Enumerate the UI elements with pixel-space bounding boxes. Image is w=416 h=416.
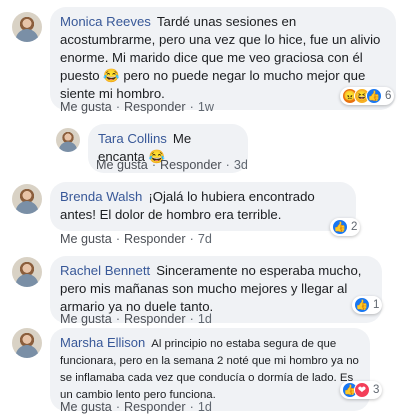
comment-actions: Me gusta · Responder · 1d — [60, 400, 212, 414]
avatar[interactable] — [12, 257, 42, 287]
reply-button[interactable]: Responder — [124, 400, 186, 414]
comment-bubble: Marsha Ellison Al principio no estaba seg… — [50, 328, 370, 411]
comment-time[interactable]: 1w — [198, 100, 214, 114]
comment-bubble: Brenda Walsh ¡Ojalá lo hubiera encontrado… — [50, 182, 356, 231]
comment-author[interactable]: Brenda Walsh — [60, 189, 142, 204]
reaction-count: 2 — [351, 221, 358, 233]
comment-actions: Me gusta · Responder · 1d — [60, 312, 212, 326]
comment-actions: Me gusta · Responder · 7d — [60, 232, 212, 246]
like-button[interactable]: Me gusta — [96, 158, 148, 172]
avatar[interactable] — [12, 12, 42, 42]
comment-author[interactable]: Tara Collins — [98, 131, 167, 146]
like-button[interactable]: Me gusta — [60, 312, 112, 326]
avatar[interactable] — [12, 328, 42, 358]
reply-button[interactable]: Responder — [124, 100, 186, 114]
like-icon: 👍 — [366, 88, 382, 104]
love-icon: ❤ — [354, 382, 370, 398]
reaction-count: 6 — [385, 90, 392, 102]
like-button[interactable]: Me gusta — [60, 232, 112, 246]
reaction-summary[interactable]: 👍 1 — [352, 296, 383, 314]
reaction-count: 1 — [373, 299, 380, 311]
like-button[interactable]: Me gusta — [60, 400, 112, 414]
comment-time[interactable]: 7d — [198, 232, 212, 246]
reply-button[interactable]: Responder — [124, 232, 186, 246]
comment-time[interactable]: 3d — [234, 158, 248, 172]
avatar[interactable] — [12, 184, 42, 214]
reply-button[interactable]: Responder — [160, 158, 222, 172]
like-icon: 👍 — [332, 219, 348, 235]
reaction-count: 3 — [373, 384, 380, 396]
comment-actions: Me gusta · Responder · 1w — [60, 100, 214, 114]
reply-button[interactable]: Responder — [124, 312, 186, 326]
comment-author[interactable]: Monica Reeves — [60, 14, 151, 29]
comment-time[interactable]: 1d — [198, 400, 212, 414]
comment-author[interactable]: Marsha Ellison — [60, 335, 145, 350]
reaction-summary[interactable]: 😠 😆 👍 6 — [340, 87, 395, 105]
comment-author[interactable]: Rachel Bennett — [60, 263, 150, 278]
avatar[interactable] — [56, 128, 80, 152]
comment-actions: Me gusta · Responder · 3d — [96, 158, 248, 172]
comment-time[interactable]: 1d — [198, 312, 212, 326]
like-icon: 👍 — [354, 297, 370, 313]
like-button[interactable]: Me gusta — [60, 100, 112, 114]
reaction-summary[interactable]: 👍 2 — [330, 218, 361, 236]
reaction-summary[interactable]: 👍 ❤ 3 — [340, 381, 383, 399]
